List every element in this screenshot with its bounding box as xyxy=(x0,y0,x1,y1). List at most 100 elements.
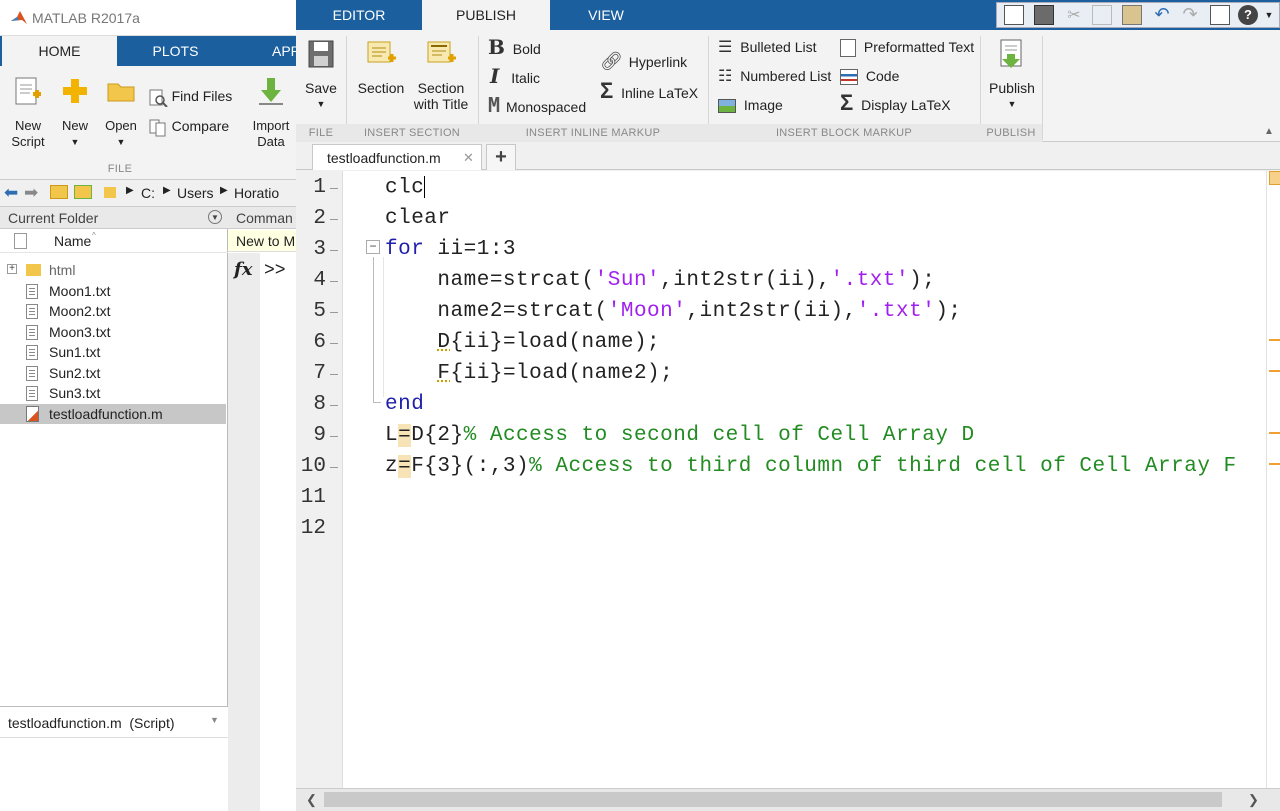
tab-publish[interactable]: PUBLISH xyxy=(422,0,550,30)
fold-toggle-icon[interactable]: − xyxy=(366,240,380,254)
open-button[interactable]: Open ▼ xyxy=(102,76,140,150)
tab-editor[interactable]: EDITOR xyxy=(298,0,420,30)
code-line-5[interactable]: name2=strcat('Moon',int2str(ii),'.txt'); xyxy=(385,300,962,323)
file-name: Moon3.txt xyxy=(49,322,110,342)
code-line-8[interactable]: end xyxy=(385,393,424,416)
file-name: Sun2.txt xyxy=(49,363,100,383)
inline-latex-button[interactable]: Σ Inline LaTeX xyxy=(600,82,698,102)
name-column-header[interactable]: Name xyxy=(54,233,91,249)
file-list-item[interactable]: Moon2.txt xyxy=(0,301,226,321)
chain-link-icon: 🔗︎ xyxy=(600,51,623,71)
warning-marker xyxy=(1269,432,1280,434)
code-editor[interactable]: − clc clear for ii=1:3 name=strcat('Sun'… xyxy=(343,171,1266,788)
code-line-2[interactable]: clear xyxy=(385,207,451,230)
new-button[interactable]: New ▼ xyxy=(56,76,94,150)
tab-apps[interactable]: APP xyxy=(234,36,296,66)
monospaced-button[interactable]: M Monospaced xyxy=(488,96,586,116)
text-cursor xyxy=(424,176,425,198)
compare-button[interactable]: Compare xyxy=(148,118,236,137)
add-tab-button[interactable]: + xyxy=(486,144,516,170)
tab-testloadfunction[interactable]: testloadfunction.m ✕ xyxy=(312,144,482,170)
panel-menu-icon[interactable]: ▼ xyxy=(208,210,222,224)
details-expand-icon[interactable]: ▼ xyxy=(210,715,219,725)
image-icon xyxy=(718,99,736,113)
tab-home[interactable]: HOME xyxy=(2,36,117,66)
code-line-3[interactable]: for ii=1:3 xyxy=(385,238,516,261)
toolbar-chevron-down-icon[interactable]: ▼ xyxy=(1262,5,1276,25)
preformatted-text-button[interactable]: Preformatted Text xyxy=(840,38,974,57)
collapse-ribbon-icon[interactable]: ▲ xyxy=(1264,126,1274,137)
command-prompt[interactable]: >> xyxy=(264,261,286,281)
path-segment-horatio[interactable]: Horatio xyxy=(234,185,279,201)
section-button[interactable]: Section xyxy=(354,38,408,96)
block-markup-group-label: INSERT BLOCK MARKUP xyxy=(708,127,980,139)
image-button[interactable]: Image xyxy=(718,96,783,114)
file-group-label: FILE xyxy=(0,163,240,175)
file-type-column-icon xyxy=(14,233,27,249)
path-segment-drive[interactable]: C: xyxy=(141,185,155,201)
file-list-item[interactable]: Sun1.txt xyxy=(0,342,226,362)
paste-icon[interactable] xyxy=(1122,5,1142,25)
undo-icon[interactable]: ↶ xyxy=(1152,5,1172,25)
new-to-matlab-banner[interactable]: New to M xyxy=(228,230,296,252)
redo-icon[interactable]: ↷ xyxy=(1180,5,1200,25)
code-button[interactable]: Code xyxy=(840,67,899,85)
hyperlink-button[interactable]: 🔗︎ Hyperlink xyxy=(600,52,687,71)
vertical-scrollbar[interactable] xyxy=(1266,171,1280,788)
close-icon[interactable]: ✕ xyxy=(463,145,474,171)
bold-button[interactable]: B Bold xyxy=(488,38,541,58)
new-script-button[interactable]: New Script xyxy=(6,76,50,150)
back-arrow-icon[interactable]: ⬅ xyxy=(4,183,18,203)
line-number: 10 xyxy=(296,455,326,478)
scroll-thumb[interactable] xyxy=(324,792,1222,807)
save-button[interactable]: Save ▼ xyxy=(302,38,340,112)
forward-arrow-icon[interactable]: ➡ xyxy=(24,183,38,203)
tab-view[interactable]: VIEW xyxy=(552,0,660,30)
publish-ribbon: Save ▼ Section Section with Title B Bold… xyxy=(296,30,1280,142)
cut-icon[interactable]: ✂ xyxy=(1064,5,1084,25)
file-name: Sun1.txt xyxy=(49,342,100,362)
up-folder-icon[interactable] xyxy=(50,185,68,199)
warning-marker xyxy=(1269,339,1280,341)
help-icon[interactable]: ? xyxy=(1238,5,1258,25)
tab-plots[interactable]: PLOTS xyxy=(118,36,233,66)
code-line-6[interactable]: D{ii}=load(name); xyxy=(385,331,660,354)
switch-windows-icon[interactable] xyxy=(1210,5,1230,25)
expand-folder-icon[interactable]: + xyxy=(7,264,17,274)
file-list-item[interactable]: Sun2.txt xyxy=(0,363,226,383)
display-latex-button[interactable]: Σ Display LaTeX xyxy=(840,94,951,114)
file-list-item[interactable]: Moon1.txt xyxy=(0,281,226,301)
command-window-panel: Comman New to M fx >> xyxy=(228,207,296,811)
code-line-1[interactable]: clc xyxy=(385,176,425,200)
path-separator-icon: ▶ xyxy=(163,185,171,196)
code-icon xyxy=(840,69,858,85)
path-segment-users[interactable]: Users xyxy=(177,185,214,201)
scroll-left-icon[interactable]: ❮ xyxy=(306,792,317,808)
file-list-item[interactable]: + html xyxy=(0,260,226,280)
file-name: testloadfunction.m xyxy=(49,404,163,424)
file-name: Sun3.txt xyxy=(49,383,100,403)
find-files-button[interactable]: Find Files xyxy=(148,88,236,107)
command-window-header: Comman xyxy=(228,207,296,229)
copy-icon[interactable] xyxy=(1092,5,1112,25)
numbered-list-button[interactable]: ☷ Numbered List xyxy=(718,67,831,86)
italic-button[interactable]: I Italic xyxy=(490,67,540,87)
layout-icon[interactable] xyxy=(1004,5,1024,25)
section-with-title-button[interactable]: Section with Title xyxy=(410,38,472,112)
fx-icon[interactable]: fx xyxy=(234,259,252,280)
publish-button[interactable]: Publish ▼ xyxy=(986,38,1038,112)
file-list-item[interactable]: testloadfunction.m xyxy=(0,404,226,424)
code-line-9[interactable]: L=D{2}% Access to second cell of Cell Ar… xyxy=(385,424,975,447)
browse-folder-icon[interactable] xyxy=(74,185,92,199)
horizontal-scrollbar[interactable]: ❮ ❯ xyxy=(296,788,1280,811)
line-number: 1 xyxy=(296,176,326,199)
code-line-7[interactable]: F{ii}=load(name2); xyxy=(385,362,673,385)
file-list-item[interactable]: Sun3.txt xyxy=(0,383,226,403)
bulleted-list-button[interactable]: ☰ Bulleted List xyxy=(718,38,817,57)
file-list-item[interactable]: Moon3.txt xyxy=(0,322,226,342)
save-icon[interactable] xyxy=(1034,5,1054,25)
scroll-right-icon[interactable]: ❯ xyxy=(1248,792,1259,808)
code-line-4[interactable]: name=strcat('Sun',int2str(ii),'.txt'); xyxy=(385,269,935,292)
import-data-button[interactable]: Import Data xyxy=(250,76,292,150)
code-line-10[interactable]: z=F{3}(:,3)% Access to third column of t… xyxy=(385,455,1237,478)
